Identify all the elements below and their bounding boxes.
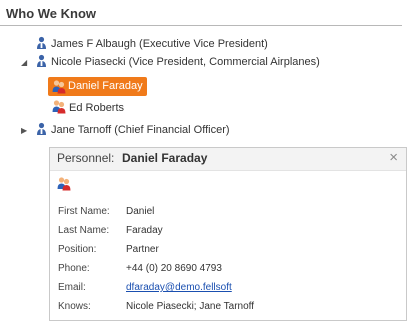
field-value-phone: +44 (0) 20 8690 4793 [126, 263, 222, 274]
tree-item-nicole-piasecki[interactable]: Nicole Piasecki (Vice President, Commerc… [36, 54, 320, 71]
person-icon [36, 54, 47, 68]
field-label-knows: Knows: [58, 301, 91, 312]
tree-item-james-albaugh[interactable]: James F Albaugh (Executive Vice Presiden… [36, 36, 268, 53]
tree-item-ed-roberts[interactable]: Ed Roberts [52, 99, 124, 116]
field-value-knows: Nicole Piasecki; Jane Tarnoff [126, 301, 255, 312]
people-group-icon [52, 100, 66, 114]
expanded-triangle-icon[interactable]: ◢ [21, 54, 27, 71]
tree-item-label: Ed Roberts [69, 102, 125, 114]
email-link[interactable]: dfaraday@demo.fellsoft [126, 282, 232, 293]
field-label-phone: Phone: [58, 263, 90, 274]
field-value-position: Partner [126, 244, 159, 255]
field-label-email: Email: [58, 282, 86, 293]
tree-item-jane-tarnoff[interactable]: Jane Tarnoff (Chief Financial Officer) [36, 122, 230, 139]
collapsed-triangle-icon[interactable]: ▶ [21, 122, 27, 139]
tree-item-label: Jane Tarnoff (Chief Financial Officer) [51, 124, 230, 136]
tooltip-header: Personnel: Daniel Faraday × [50, 148, 406, 171]
person-icon [36, 122, 47, 136]
close-icon[interactable]: × [389, 149, 398, 166]
tooltip-prefix: Personnel: [57, 151, 115, 165]
personnel-tooltip: Personnel: Daniel Faraday × First Name: … [49, 147, 407, 321]
field-label-first-name: First Name: [58, 206, 110, 217]
tree-item-label: Nicole Piasecki (Vice President, Commerc… [51, 56, 320, 68]
tooltip-person-name: Daniel Faraday [122, 151, 208, 165]
people-group-icon [57, 177, 71, 191]
field-value-last-name: Faraday [126, 225, 163, 236]
panel-header: Who We Know [0, 0, 402, 26]
tree-item-daniel-faraday[interactable]: Daniel Faraday [48, 77, 147, 96]
field-label-last-name: Last Name: [58, 225, 110, 236]
field-label-position: Position: [58, 244, 97, 255]
tree-item-label: Daniel Faraday [68, 80, 143, 92]
field-value-first-name: Daniel [126, 206, 155, 217]
panel-title: Who We Know [6, 6, 97, 21]
people-group-icon [52, 80, 66, 94]
tree-item-label: James F Albaugh (Executive Vice Presiden… [51, 38, 268, 50]
person-icon [36, 36, 47, 50]
